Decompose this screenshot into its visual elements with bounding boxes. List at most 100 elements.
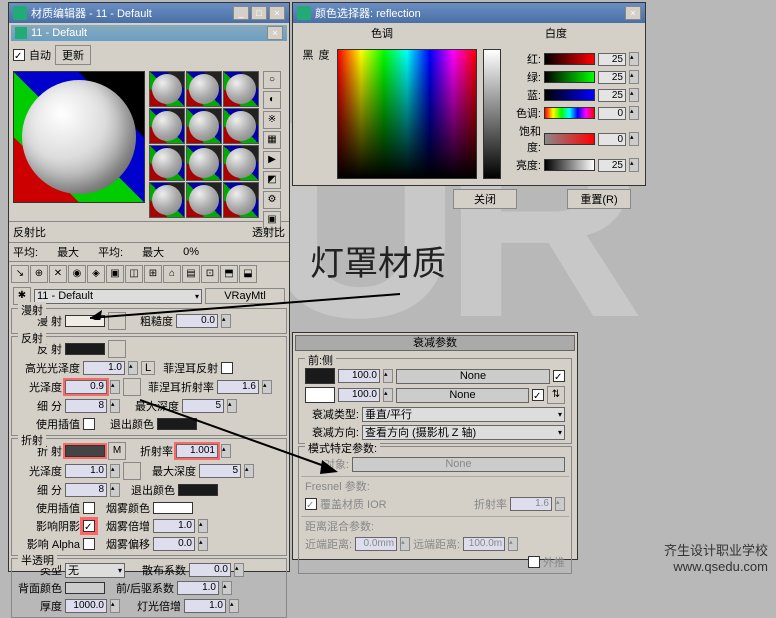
tb-btn[interactable]: ✕: [49, 265, 67, 283]
falloff-header[interactable]: 衰减参数: [295, 335, 575, 351]
spinner[interactable]: ▴: [221, 444, 231, 458]
spinner[interactable]: ▴: [222, 581, 232, 595]
tool-btn[interactable]: ▦: [263, 131, 281, 149]
r-value[interactable]: 25: [598, 53, 626, 66]
far-value[interactable]: 100.0m: [463, 537, 505, 551]
reset-color-button[interactable]: 重置(R): [567, 189, 631, 209]
spinner[interactable]: ▴: [629, 106, 639, 120]
map-btn[interactable]: [108, 312, 126, 330]
close-button[interactable]: ×: [269, 6, 285, 20]
s-value[interactable]: 0: [598, 133, 626, 146]
tb-btn[interactable]: ↘: [11, 265, 29, 283]
g-value[interactable]: 25: [598, 71, 626, 84]
spinner[interactable]: ▴: [221, 314, 231, 328]
hue-field[interactable]: [337, 49, 477, 179]
rgloss-value[interactable]: 1.0: [65, 464, 107, 478]
side-value[interactable]: 100.0: [338, 388, 380, 402]
maximize-button[interactable]: □: [251, 6, 267, 20]
rough-value[interactable]: 0.0: [176, 314, 218, 328]
swap-button[interactable]: ⇅: [547, 386, 565, 404]
subdiv-value[interactable]: 8: [65, 399, 107, 413]
rexit-swatch[interactable]: [178, 484, 218, 496]
ior-value[interactable]: 1.001: [176, 444, 218, 458]
tb-btn[interactable]: ◉: [68, 265, 86, 283]
mat-slot[interactable]: [223, 108, 259, 144]
color-titlebar[interactable]: 颜色选择器: reflection ×: [293, 3, 645, 23]
h-slider[interactable]: [544, 107, 595, 119]
mat-slot[interactable]: [186, 145, 222, 181]
spinner[interactable]: ▴: [229, 599, 239, 613]
mat-slot[interactable]: [186, 108, 222, 144]
g-slider[interactable]: [544, 71, 595, 83]
fb-value[interactable]: 1.0: [177, 581, 219, 595]
override-checkbox[interactable]: [305, 498, 317, 510]
spinner[interactable]: ▴: [128, 361, 138, 375]
rdepth-value[interactable]: 5: [199, 464, 241, 478]
spinner[interactable]: ▴: [555, 497, 565, 511]
spinner[interactable]: ▴: [629, 132, 639, 146]
mat-slot[interactable]: [223, 182, 259, 218]
spinner[interactable]: ▴: [383, 369, 393, 383]
spinner[interactable]: ▴: [110, 380, 120, 394]
front-swatch[interactable]: [305, 368, 335, 384]
sub-close-button[interactable]: ×: [267, 26, 283, 40]
shadow-checkbox[interactable]: [83, 520, 95, 532]
front-checkbox[interactable]: [553, 370, 565, 382]
mat-slot[interactable]: [223, 145, 259, 181]
spinner[interactable]: ▴: [110, 464, 120, 478]
s-slider[interactable]: [544, 133, 595, 145]
fresnel-ior-value[interactable]: 1.6: [217, 380, 259, 394]
map-btn[interactable]: [108, 340, 126, 358]
tb-btn[interactable]: ▣: [106, 265, 124, 283]
spinner[interactable]: ▴: [198, 537, 208, 551]
falloff-dir-dropdown[interactable]: 查看方向 (摄影机 Z 轴): [362, 425, 565, 440]
b-value[interactable]: 25: [598, 89, 626, 102]
spinner[interactable]: ▴: [400, 537, 410, 551]
fogm-value[interactable]: 1.0: [153, 519, 195, 533]
tb-btn[interactable]: ⌂: [163, 265, 181, 283]
mat-slot[interactable]: [186, 71, 222, 107]
mat-slot[interactable]: [186, 182, 222, 218]
side-checkbox[interactable]: [532, 389, 544, 401]
obj-button[interactable]: None: [352, 457, 565, 472]
tb-btn[interactable]: ⬒: [220, 265, 238, 283]
scatter-value[interactable]: 0.0: [189, 563, 231, 577]
front-value[interactable]: 100.0: [338, 369, 380, 383]
back-swatch[interactable]: [65, 582, 105, 594]
mat-slot[interactable]: [149, 71, 185, 107]
side-map-button[interactable]: None: [396, 388, 529, 403]
map-btn[interactable]: [123, 462, 141, 480]
material-preview[interactable]: [13, 71, 145, 203]
near-value[interactable]: 0.0mm: [355, 537, 397, 551]
tb-btn[interactable]: ◫: [125, 265, 143, 283]
fog-swatch[interactable]: [153, 502, 193, 514]
tb-btn[interactable]: ⊡: [201, 265, 219, 283]
close-button[interactable]: ×: [625, 6, 641, 20]
material-name-field[interactable]: 11 - Default: [34, 289, 202, 304]
tool-btn[interactable]: ◐: [263, 91, 281, 109]
tb-btn[interactable]: ⬓: [239, 265, 257, 283]
mat-slot[interactable]: [149, 108, 185, 144]
fresnel-checkbox[interactable]: [221, 362, 233, 374]
spinner[interactable]: ▴: [629, 158, 639, 172]
tool-btn[interactable]: ○: [263, 71, 281, 89]
spinner[interactable]: ▴: [508, 537, 518, 551]
b-slider[interactable]: [544, 89, 595, 101]
mat-slot[interactable]: [149, 145, 185, 181]
spinner[interactable]: ▴: [629, 70, 639, 84]
diffuse-swatch[interactable]: [65, 315, 105, 327]
fogb-value[interactable]: 0.0: [153, 537, 195, 551]
lock-button[interactable]: L: [141, 361, 155, 375]
tool-btn[interactable]: ▶: [263, 151, 281, 169]
falloff-type-dropdown[interactable]: 垂直/平行: [362, 407, 565, 422]
tool-btn[interactable]: ⚙: [263, 191, 281, 209]
tool-btn[interactable]: ◩: [263, 171, 281, 189]
spinner[interactable]: ▴: [262, 380, 272, 394]
map-btn[interactable]: M: [108, 442, 126, 460]
minimize-button[interactable]: _: [233, 6, 249, 20]
mat-slot[interactable]: [149, 182, 185, 218]
v-slider[interactable]: [544, 159, 595, 171]
spinner[interactable]: ▴: [110, 483, 120, 497]
gloss-value[interactable]: 0.9: [65, 380, 107, 394]
spinner[interactable]: ▴: [110, 399, 120, 413]
